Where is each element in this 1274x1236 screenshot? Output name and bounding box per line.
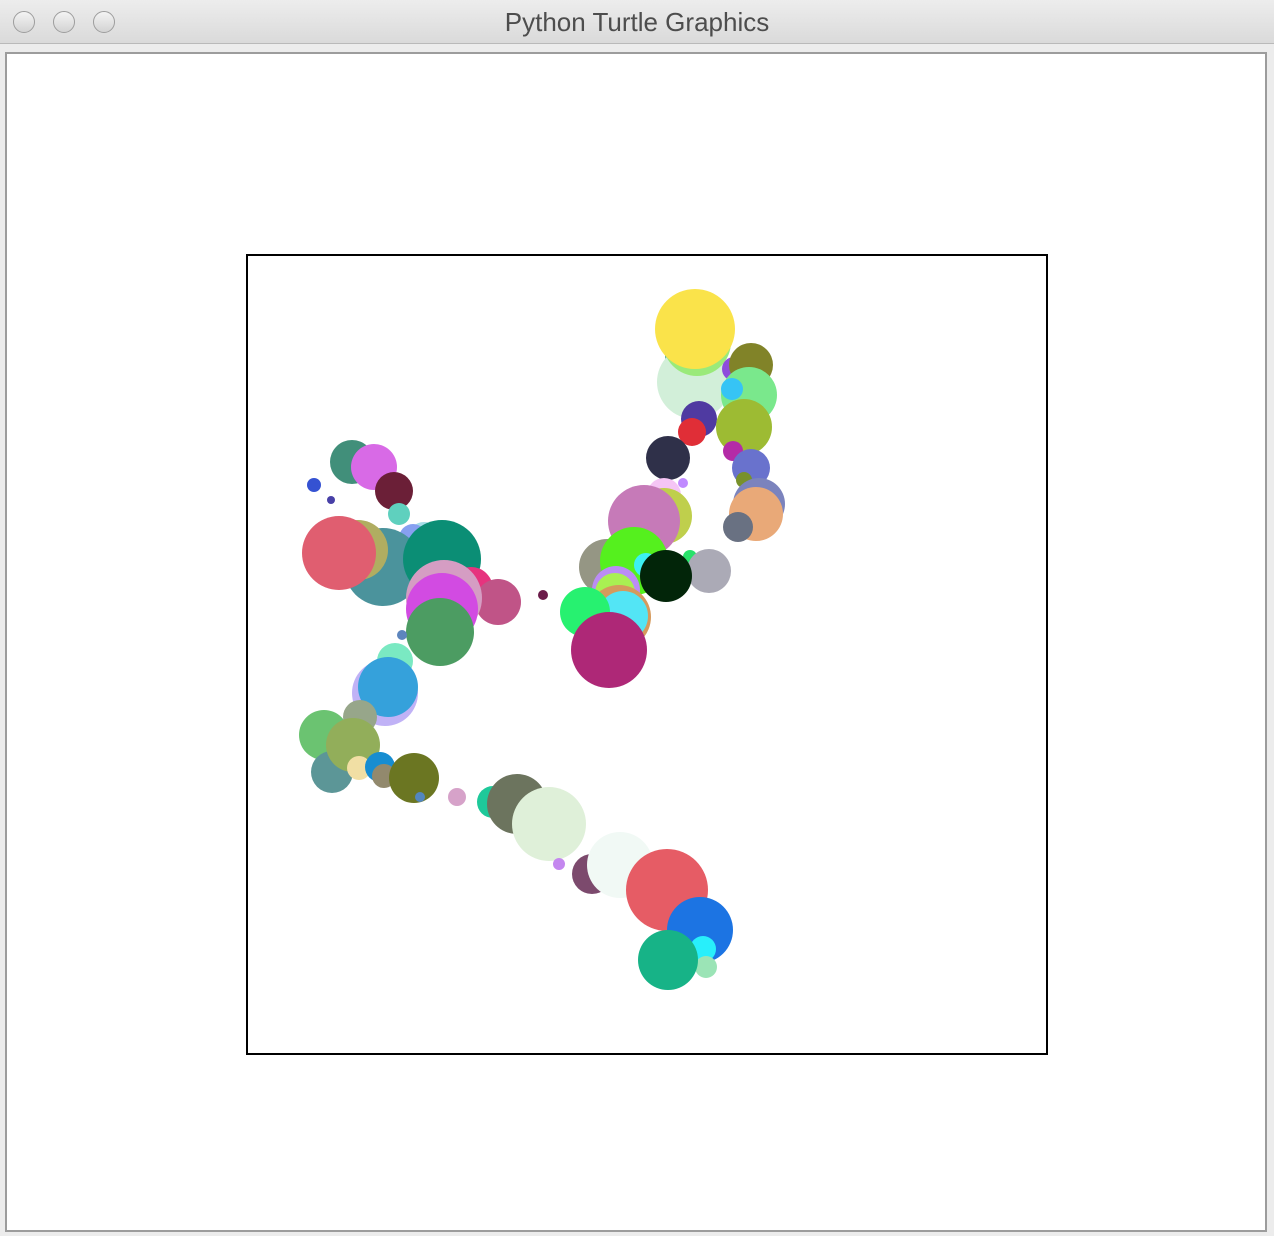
- dot: [655, 289, 735, 369]
- window-title: Python Turtle Graphics: [504, 7, 770, 37]
- dot: [538, 590, 548, 600]
- dot: [640, 550, 692, 602]
- turtle-canvas: [246, 254, 1048, 1055]
- turtle-canvas-area: [5, 52, 1267, 1232]
- dot: [687, 549, 731, 593]
- dot: [553, 858, 565, 870]
- dot: [723, 512, 753, 542]
- dot: [512, 787, 586, 861]
- dot: [695, 956, 717, 978]
- dot: [678, 478, 688, 488]
- dot: [388, 503, 410, 525]
- dot: [721, 378, 743, 400]
- dots-layer: [299, 289, 785, 990]
- title-bar[interactable]: Python Turtle Graphics: [0, 0, 1274, 44]
- dot: [415, 792, 425, 802]
- dot: [448, 788, 466, 806]
- dot: [638, 930, 698, 990]
- dot: [307, 478, 321, 492]
- dot: [571, 612, 647, 688]
- square-border: [246, 254, 1048, 1055]
- dot: [646, 436, 690, 480]
- dot: [397, 630, 407, 640]
- dot: [389, 753, 439, 803]
- dot: [302, 516, 376, 590]
- turtle-window: Python Turtle Graphics: [0, 0, 1274, 1236]
- dot: [406, 598, 474, 666]
- dot: [475, 579, 521, 625]
- dot: [327, 496, 335, 504]
